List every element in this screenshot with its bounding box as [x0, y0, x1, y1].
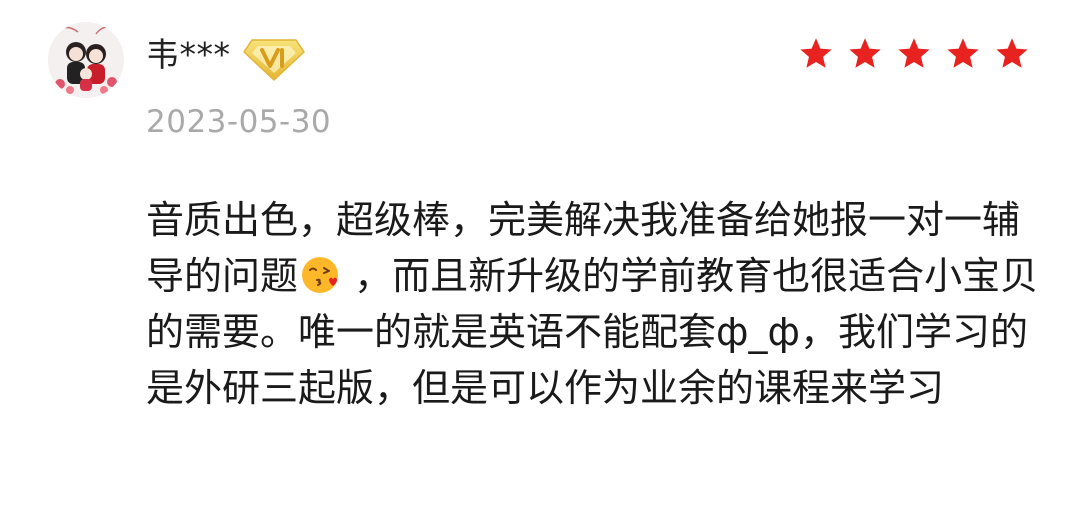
star-icon: [849, 38, 881, 68]
reviewer-name: 韦***: [146, 35, 231, 74]
kissing-face-with-heart-icon: [302, 257, 339, 293]
star-rating: [798, 36, 1030, 72]
review-date: 2023-05-30: [146, 104, 332, 140]
avatar-image: [48, 22, 124, 98]
star-icon: [800, 38, 832, 68]
star-icon: [898, 38, 930, 68]
star-icon: [947, 38, 979, 68]
review-card: 韦*** 2023-05-30 音质出色，超级棒，完美解决我准备给她报一对一辅导…: [0, 0, 1080, 510]
user-avatar[interactable]: [48, 22, 124, 98]
vip-diamond-icon: [240, 28, 308, 84]
review-text: 音质出色，超级棒，完美解决我准备给她报一对一辅导的问题 ，而且新升级的学前教育也…: [146, 192, 1046, 416]
star-icon: [996, 38, 1028, 68]
